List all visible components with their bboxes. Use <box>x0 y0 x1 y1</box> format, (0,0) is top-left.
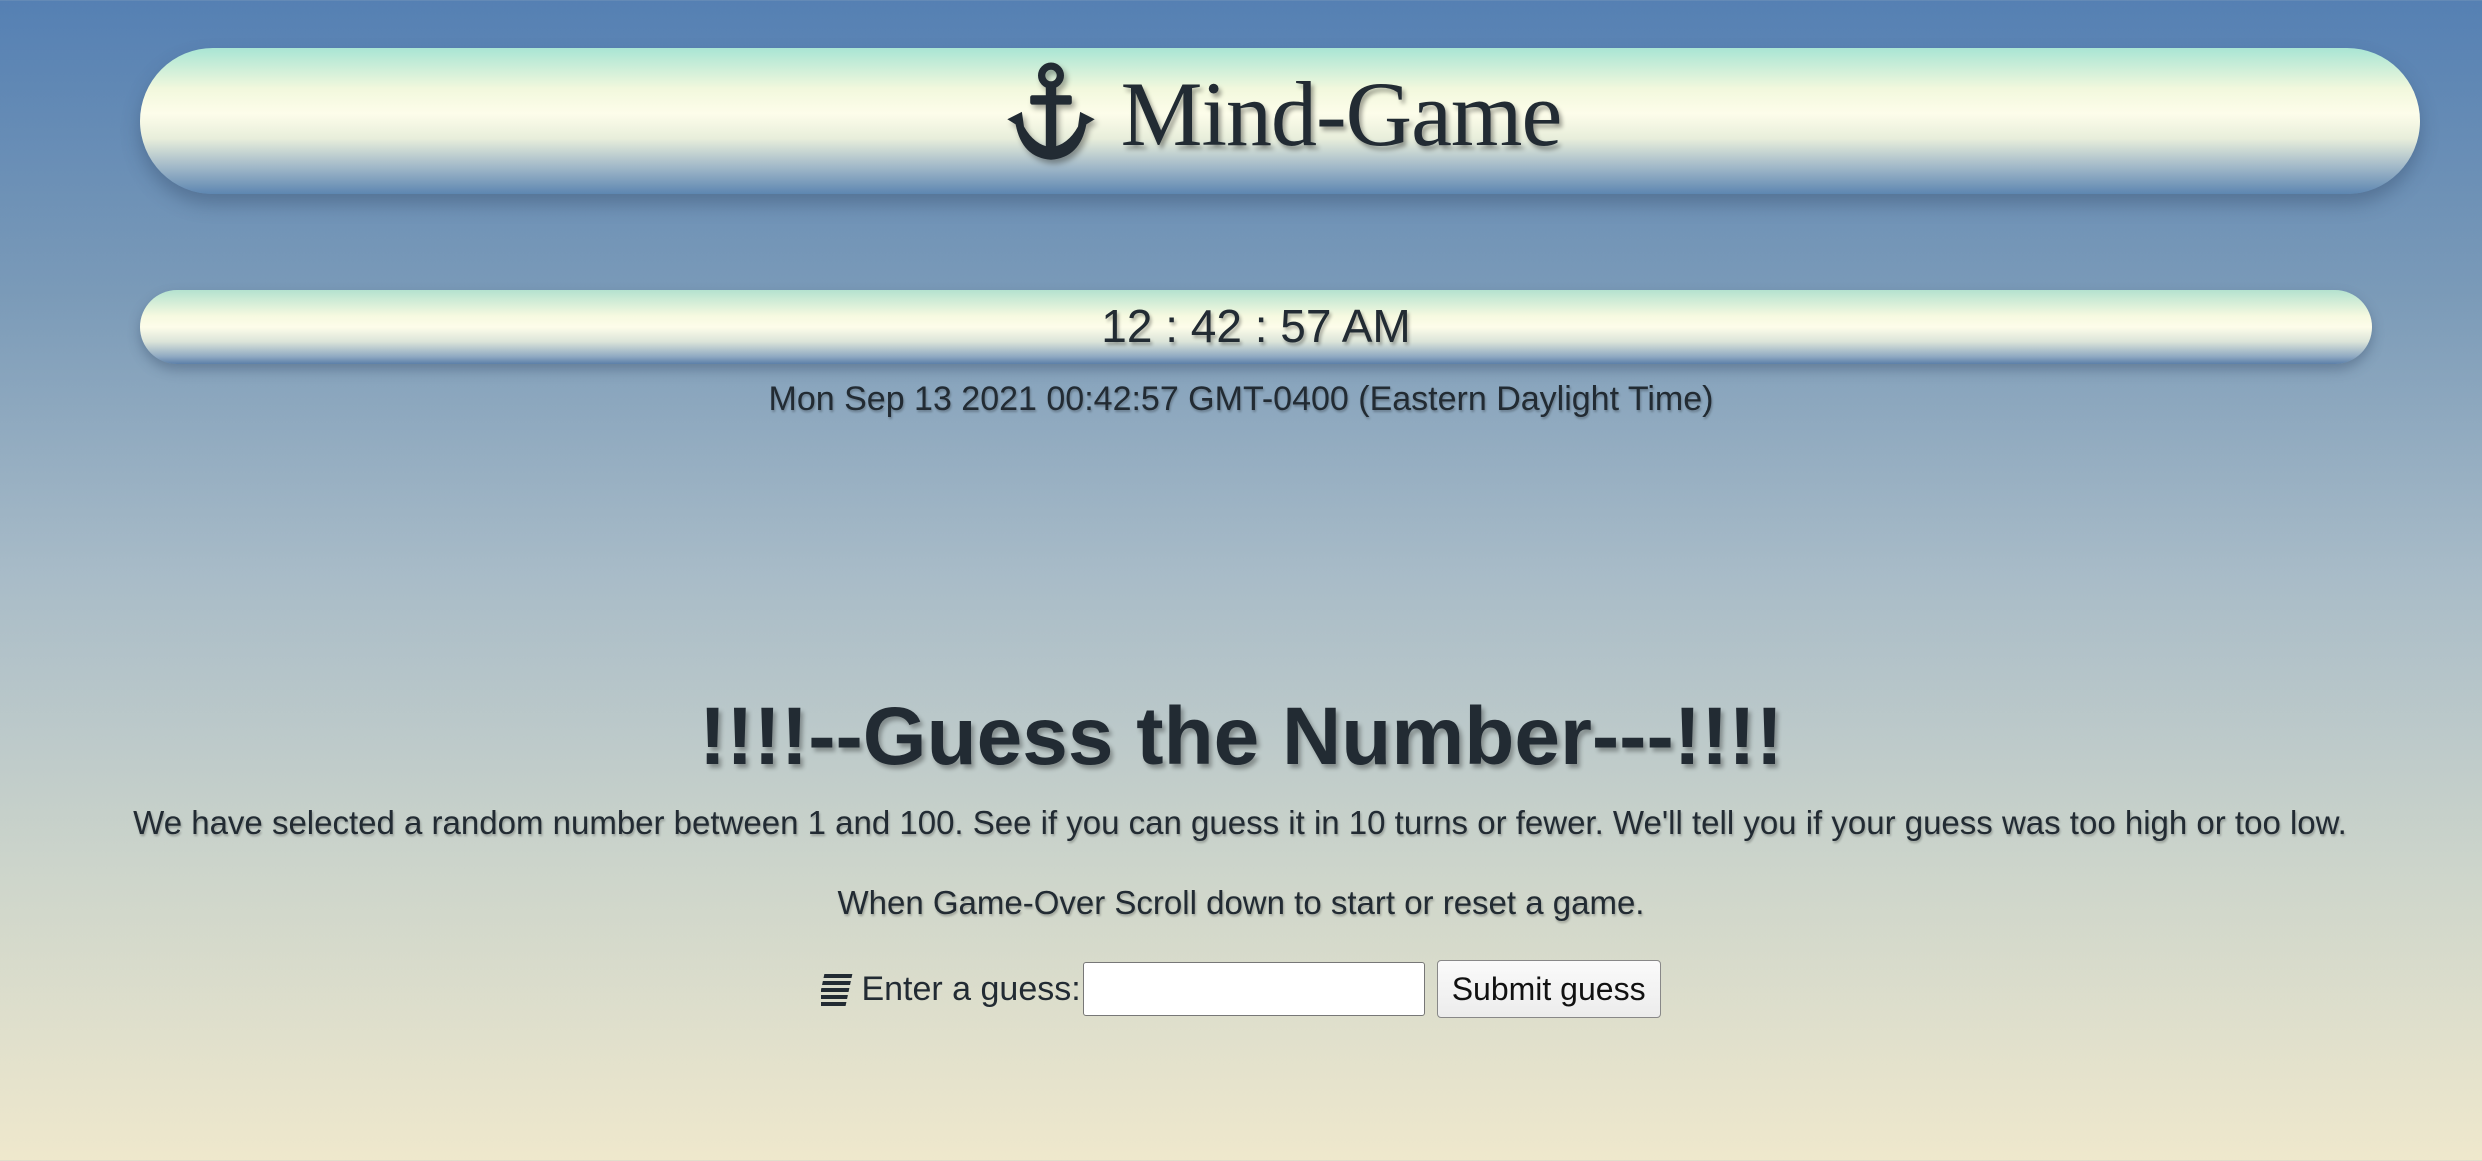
clock-banner: 12 : 42 : 57 AM <box>140 290 2372 364</box>
full-date: Mon Sep 13 2021 00:42:57 GMT-0400 (Easte… <box>768 380 1714 418</box>
submit-guess-button[interactable]: Submit guess <box>1436 960 1661 1018</box>
anchor-icon <box>1006 62 1095 160</box>
game-instructions: We have selected a random number between… <box>133 804 2347 841</box>
guess-label: Enter a guess: <box>861 969 1081 1008</box>
guess-input[interactable] <box>1082 962 1425 1016</box>
app-title: Mind-Game <box>1120 63 1563 165</box>
lines-icon <box>821 974 853 1006</box>
title-content: Mind-Game <box>999 61 1562 167</box>
clock-time: 12 : 42 : 57 AM <box>1101 300 1411 352</box>
scroll-note: When Game-Over Scroll down to start or r… <box>837 884 1645 921</box>
title-banner: Mind-Game <box>140 48 2420 194</box>
guess-form: Enter a guess: Submit guess <box>0 960 2482 1018</box>
game-heading: !!!!--Guess the Number---!!!! <box>698 691 1784 782</box>
